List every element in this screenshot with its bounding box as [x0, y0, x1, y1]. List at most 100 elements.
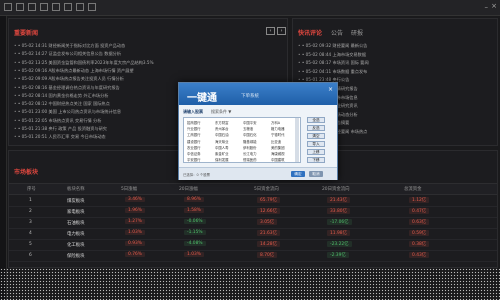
cell-c3: 21.63亿	[257, 230, 280, 236]
list-action-button[interactable]: 导入	[307, 141, 325, 147]
cell-c5: 0.59亿	[409, 230, 430, 236]
stock-option[interactable]: 隆基绿能	[243, 139, 257, 144]
cell-rank: 5	[29, 242, 32, 247]
cell-c2: 1.03%	[184, 252, 204, 257]
search-icon[interactable]	[88, 3, 96, 11]
cell-name: 石油板块	[67, 221, 85, 226]
close-icon[interactable]: ×	[327, 86, 334, 93]
stock-option[interactable]: 中信证券	[187, 151, 201, 156]
minimize-icon[interactable]: –	[485, 3, 489, 11]
stock-option[interactable]: 中国石化	[243, 132, 257, 137]
news-item[interactable]: • 05-02 14:31 财经新闻关于指标对比方面 投资产品动态	[14, 43, 282, 49]
cell-rank: 3	[29, 220, 32, 225]
stock-option[interactable]: 比亚迪	[271, 139, 281, 144]
stock-option[interactable]: 农业银行	[187, 145, 201, 150]
cell-c1: 0.93%	[125, 241, 145, 246]
window-icon[interactable]	[16, 3, 24, 11]
stock-list[interactable]: 招商银行 东方财富 中国平安 万科A 兴业银行 贵州茅台 五粮液 格力电器 工商银行 中国石油 中国…	[183, 117, 301, 163]
cell-c4: 11.98亿	[327, 230, 350, 236]
header-20d-flow[interactable]: 20日资金流向	[322, 186, 350, 192]
stock-option[interactable]: 东方财富	[215, 120, 229, 125]
header-20d-change[interactable]: 20日涨幅	[179, 186, 198, 192]
cell-c5: 0.63亿	[409, 219, 430, 225]
stock-option[interactable]: 建设银行	[187, 139, 201, 144]
stock-option[interactable]: 海天味业	[215, 139, 229, 144]
list-action-button[interactable]: 清空	[307, 133, 325, 139]
cell-c3: 8.70亿	[257, 252, 278, 258]
news-item[interactable]: • 05-02 13:25 美国资金监管和国债利率2023年年度大宗产品结构3.…	[14, 60, 282, 66]
tab-announcement[interactable]: 公告	[331, 28, 343, 37]
news-item[interactable]: • 05-02 14:27 证监会发布公司相关信息公告 数据分析	[14, 51, 282, 57]
news-item[interactable]: • 05-02 08:44 上海市场交易数据	[298, 52, 494, 58]
cell-name: 化工板块	[67, 243, 85, 248]
cell-name: 家电板块	[67, 210, 85, 215]
ok-button[interactable]: 确定	[291, 171, 305, 177]
stock-option[interactable]: 中国石油	[215, 132, 229, 137]
news-item[interactable]: • 05-02 08:17 市场资讯 国际 要闻	[298, 60, 494, 66]
one-click-order-dialog[interactable]: 一键通 下单系统 × 请输入股票 搜索条件 ▼ 招商银行 东方财富 中国平安 万科A 兴…	[178, 82, 338, 180]
header-total-flow[interactable]: 总流资金	[404, 186, 422, 192]
prev-page-button[interactable]: ‹	[266, 27, 275, 35]
cell-c5: 0.38亿	[409, 241, 430, 247]
stock-option[interactable]: 宁德时代	[271, 132, 285, 137]
cell-rank: 1	[29, 198, 32, 203]
stock-option[interactable]: 招商银行	[187, 120, 201, 125]
cell-c2: 1.58%	[184, 208, 204, 213]
cell-name: 煤炭板块	[67, 199, 85, 204]
chart-icon[interactable]	[52, 3, 60, 11]
cell-rank: 2	[29, 209, 32, 214]
refresh-icon[interactable]	[76, 3, 84, 11]
cell-name: 保险板块	[67, 254, 85, 259]
list-action-button[interactable]: 反选	[307, 125, 325, 131]
list-action-button[interactable]: 上移	[307, 149, 325, 155]
tab-comment[interactable]: 快讯评论	[298, 28, 322, 37]
table-row[interactable]: 6 保险板块 0.76% 1.03% 8.70亿 -2.39亿 0.43亿	[9, 250, 497, 262]
stock-option[interactable]: 海康威视	[271, 151, 285, 156]
stock-option[interactable]: 恒瑞医药	[243, 157, 257, 162]
tab-research[interactable]: 研报	[351, 28, 363, 37]
header-5d-change[interactable]: 5日涨幅	[121, 186, 137, 192]
cell-rank: 6	[29, 253, 32, 258]
next-page-button[interactable]: ›	[277, 27, 286, 35]
news-item[interactable]: • 05-02 09:16 A股市场热点最新动态 上海市场行情 资产展望	[14, 68, 282, 74]
cell-c3: 12.66亿	[257, 208, 280, 214]
news-item[interactable]: • 05-02 04:11 市场数据 重点发布	[298, 69, 494, 75]
stock-option[interactable]: 美的集团	[271, 145, 285, 150]
cell-c1: 3.46%	[125, 197, 145, 202]
cell-c4: -23.22亿	[327, 241, 352, 247]
cancel-button[interactable]: 取消	[309, 171, 323, 177]
header-5d-flow[interactable]: 5日资金流向	[254, 186, 279, 192]
list-icon[interactable]	[28, 3, 36, 11]
grid-icon[interactable]	[40, 3, 48, 11]
header-name: 板块名称	[67, 187, 85, 192]
dialog-header[interactable]: 一键通 下单系统 ×	[179, 83, 337, 105]
cell-name: 电力板块	[67, 232, 85, 237]
stock-option[interactable]: 中国平安	[243, 120, 257, 125]
stock-option[interactable]: 兴业银行	[187, 126, 201, 131]
stock-option[interactable]: 贵州茅台	[215, 126, 229, 131]
stock-option[interactable]: 万科A	[271, 120, 280, 125]
stock-option[interactable]: 长江电力	[243, 151, 257, 156]
stock-option[interactable]: 保利发展	[215, 157, 229, 162]
list-scrollbar[interactable]	[295, 118, 299, 162]
close-icon[interactable]: ×	[491, 2, 497, 10]
stock-option[interactable]: 中国建筑	[271, 157, 285, 162]
header-rank: 序号	[27, 187, 36, 192]
panel-title: 重要新闻	[14, 30, 39, 37]
filter-dropdown[interactable]: 搜索条件 ▼	[211, 109, 231, 115]
stock-option[interactable]: 紫金矿业	[215, 151, 229, 156]
table-header: 序号 板块名称 5日涨幅 20日涨幅 5日资金流向 20日资金流向 总流资金	[9, 183, 497, 195]
home-icon[interactable]	[4, 3, 12, 11]
cell-c1: 1.27%	[125, 219, 145, 224]
stock-option[interactable]: 工商银行	[187, 132, 201, 137]
settings-icon[interactable]	[64, 3, 72, 11]
stock-option[interactable]: 平安银行	[187, 157, 201, 162]
dialog-title: 一键通	[187, 93, 217, 104]
news-item[interactable]: • 05-02 09:32 财经要闻 最新公告	[298, 43, 494, 49]
stock-option[interactable]: 中国人寿	[215, 145, 229, 150]
stock-option[interactable]: 伊利股份	[243, 145, 257, 150]
list-action-button[interactable]: 全选	[307, 117, 325, 123]
stock-option[interactable]: 五粮液	[243, 126, 253, 131]
stock-option[interactable]: 格力电器	[271, 126, 285, 131]
list-action-button[interactable]: 下移	[307, 157, 325, 163]
